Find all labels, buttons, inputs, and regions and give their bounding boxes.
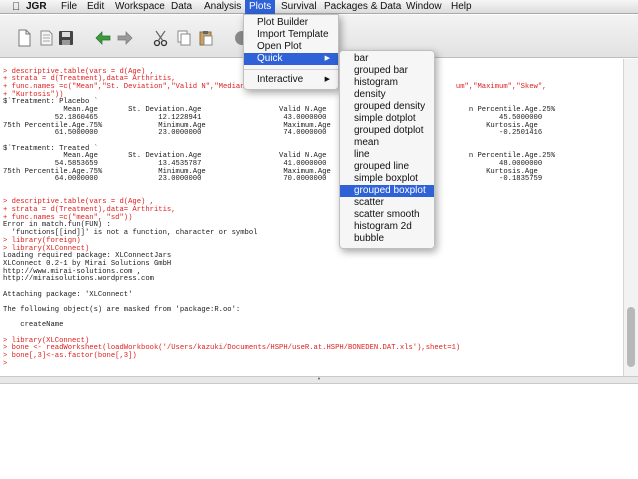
quick-item-grouped-density[interactable]: grouped density [340, 101, 434, 113]
quick-item-density[interactable]: density [340, 89, 434, 101]
copy-icon[interactable] [175, 29, 193, 47]
pane-splitter[interactable]: • [0, 376, 638, 384]
menu-window[interactable]: Window [402, 1, 446, 14]
console-output-line: The following object(s) are masked from … [3, 306, 241, 314]
quick-item-scatter-smooth[interactable]: scatter smooth [340, 209, 434, 221]
quick-item-histogram[interactable]: histogram [340, 77, 434, 89]
open-document-icon[interactable] [38, 29, 56, 47]
menu-bar:  JGR File Edit Workspace Data Analysis … [0, 0, 638, 14]
quick-item-line[interactable]: line [340, 149, 434, 161]
menu-help[interactable]: Help [447, 1, 476, 14]
console-command-line: > [3, 359, 8, 368]
quick-item-grouped-dotplot[interactable]: grouped dotplot [340, 125, 434, 137]
quick-item-bubble[interactable]: bubble [340, 233, 434, 245]
menu-separator [244, 69, 338, 70]
menu-item-import-template[interactable]: Import Template [244, 29, 338, 41]
menu-item-quick[interactable]: Quick ▶ [244, 53, 338, 65]
plots-dropdown-menu: Plot Builder Import Template Open Plot Q… [243, 14, 339, 90]
submenu-arrow-icon: ▶ [324, 55, 330, 62]
paste-icon[interactable] [197, 29, 215, 47]
quick-item-bar[interactable]: bar [340, 53, 434, 65]
scrollbar-thumb[interactable] [627, 307, 635, 367]
console-output-line: 'functions[[ind]]' is not a function, ch… [3, 229, 258, 238]
console-output-line: http://miraisolutions.wordpress.com [3, 275, 154, 284]
console-output-line: createName [3, 321, 64, 330]
quick-item-histogram-2d[interactable]: histogram 2d [340, 221, 434, 233]
console-output-line: 64.0000000 23.0000000 70.0000000 -0.1835… [3, 175, 543, 184]
quick-submenu: bar grouped bar histogram density groupe… [339, 50, 435, 249]
menu-analysis[interactable]: Analysis [200, 1, 245, 14]
console-output[interactable]: > descriptive.table(vars = d(Age) , + str… [0, 59, 623, 376]
menu-data[interactable]: Data [167, 1, 196, 14]
menu-plots[interactable]: Plots [245, 0, 276, 14]
quick-item-grouped-bar[interactable]: grouped bar [340, 65, 434, 77]
quick-item-grouped-boxplot[interactable]: grouped boxplot [340, 185, 434, 197]
menu-item-plot-builder[interactable]: Plot Builder [244, 17, 338, 29]
new-document-icon[interactable] [15, 29, 33, 47]
quick-item-grouped-line[interactable]: grouped line [340, 161, 434, 173]
menu-item-quick-label: Quick [257, 53, 283, 64]
command-input-area[interactable] [0, 384, 638, 479]
quick-item-simple-boxplot[interactable]: simple boxplot [340, 173, 434, 185]
cut-icon[interactable] [152, 29, 170, 47]
save-icon[interactable] [57, 29, 75, 47]
menu-survival[interactable]: Survival [277, 1, 321, 14]
menu-workspace[interactable]: Workspace [111, 1, 169, 14]
menu-item-open-plot[interactable]: Open Plot [244, 41, 338, 53]
console-output-line: 61.5000000 23.0000000 74.0000000 -0.2501… [3, 129, 543, 138]
menu-item-interactive-label: Interactive [257, 74, 304, 85]
console-scrollbar[interactable] [623, 59, 638, 376]
menu-item-interactive[interactable]: Interactive ▶ [244, 74, 338, 86]
console-output-line: Attaching package: 'XLConnect' [3, 290, 133, 299]
quick-item-scatter[interactable]: scatter [340, 197, 434, 209]
menu-app-jgr[interactable]: JGR [22, 1, 51, 14]
undo-icon[interactable] [94, 29, 112, 47]
menu-file[interactable]: File [57, 1, 81, 14]
menu-edit[interactable]: Edit [83, 1, 108, 14]
submenu-arrow-icon: ▶ [324, 76, 330, 83]
console-command-line: > library(foreign) [3, 236, 81, 245]
menu-packages-data[interactable]: Packages & Data [320, 1, 405, 14]
console-command-line: > bone[,3]<-as.factor(bone[,3]) [3, 352, 137, 361]
quick-item-mean[interactable]: mean [340, 137, 434, 149]
quick-item-simple-dotplot[interactable]: simple dotplot [340, 113, 434, 125]
redo-icon[interactable] [116, 29, 134, 47]
